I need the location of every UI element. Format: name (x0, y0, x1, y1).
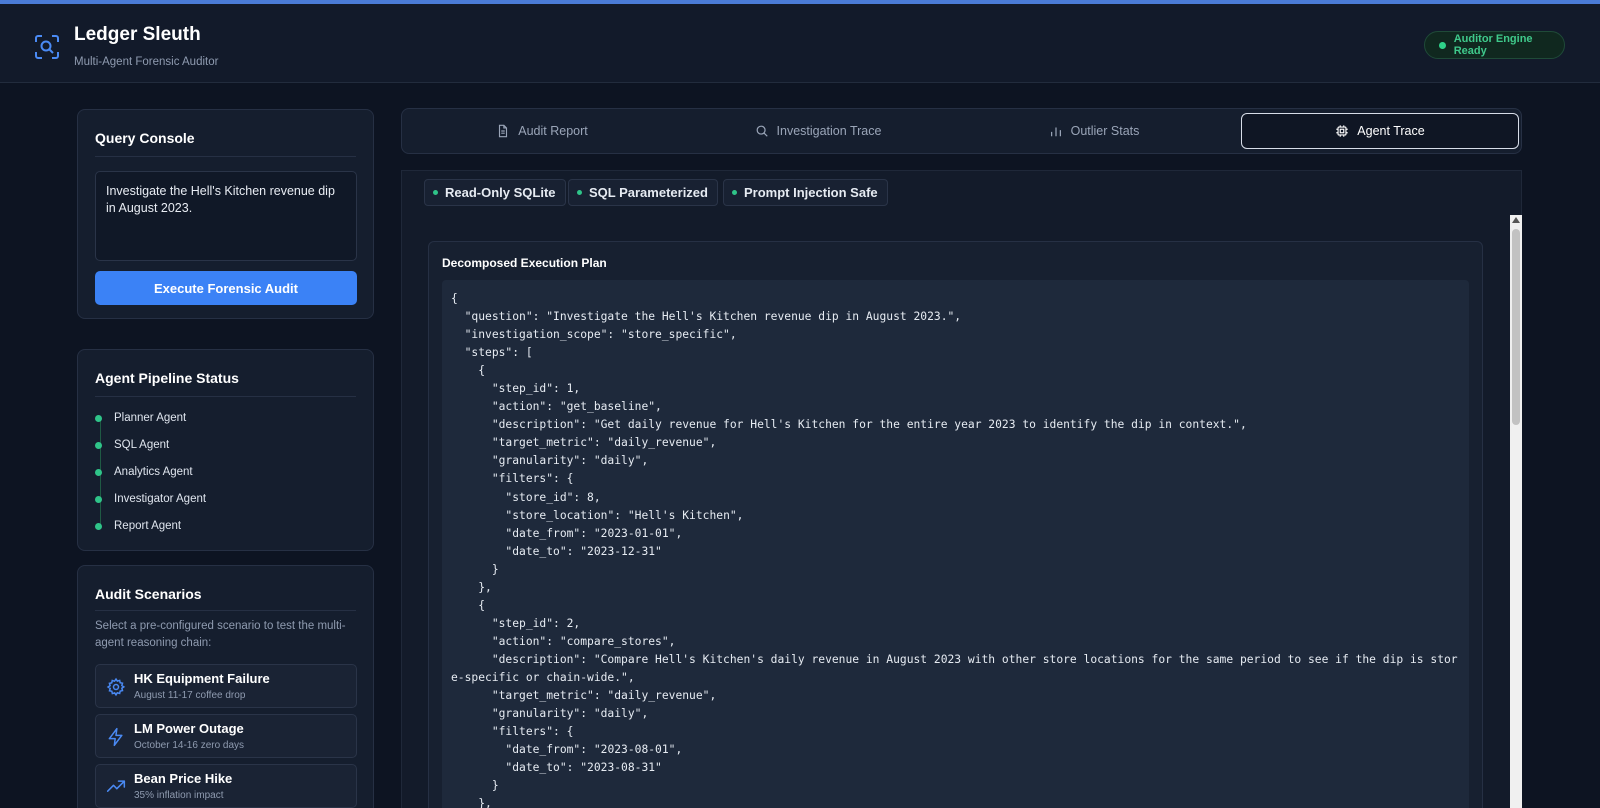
status-dot-icon (95, 522, 102, 530)
pipeline-panel: Agent Pipeline Status Planner Agent SQL … (77, 349, 374, 551)
status-dot-icon (1439, 41, 1446, 49)
agent-label: Investigator Agent (114, 493, 207, 505)
execution-plan-code: { "question": "Investigate the Hell's Ki… (442, 280, 1469, 808)
badge-label: Read-Only SQLite (445, 185, 556, 200)
scenario-lm-power-outage[interactable]: LM Power Outage October 14-16 zero days (95, 714, 357, 758)
status-dot-icon (95, 468, 102, 476)
scenario-title: Bean Price Hike (134, 771, 233, 786)
agent-label: Report Agent (114, 520, 182, 532)
query-console-panel: Query Console Investigate the Hell's Kit… (77, 109, 374, 319)
engine-status-badge: Auditor Engine Ready (1424, 31, 1565, 59)
tab-agent-trace[interactable]: Agent Trace (1241, 113, 1519, 149)
trend-up-icon (106, 780, 126, 792)
scenarios-description: Select a pre-configured scenario to test… (95, 620, 346, 649)
app-title: Ledger Sleuth (74, 24, 201, 45)
scenario-title: HK Equipment Failure (134, 671, 270, 686)
status-dot-icon (95, 441, 102, 449)
scenario-subtitle: August 11-17 coffee drop (134, 690, 246, 701)
badge-read-only-sqlite: Read-Only SQLite (424, 179, 566, 206)
results-tab-bar: Audit Report Investigation Trace Outlier… (401, 108, 1522, 154)
status-dot-icon (577, 190, 582, 195)
pipeline-agent: SQL Agent (95, 439, 169, 451)
search-icon (756, 125, 768, 137)
security-badges-row: Read-Only SQLite SQL Parameterized Promp… (401, 170, 1522, 215)
scrollbar-thumb[interactable] (1512, 229, 1520, 425)
tab-outlier-stats[interactable]: Outlier Stats (958, 113, 1230, 149)
pipeline-agent: Report Agent (95, 520, 181, 532)
pipeline-title: Agent Pipeline Status (95, 370, 239, 386)
status-dot-icon (433, 190, 438, 195)
tab-audit-report[interactable]: Audit Report (406, 113, 678, 149)
scenarios-title: Audit Scenarios (95, 586, 202, 602)
execute-audit-button[interactable]: Execute Forensic Audit (95, 271, 357, 305)
divider (95, 396, 356, 397)
status-dot-icon (95, 414, 102, 422)
execution-plan-card: Decomposed Execution Plan { "question": … (428, 241, 1483, 808)
status-dot-icon (95, 495, 102, 503)
tab-label: Agent Trace (1357, 124, 1425, 138)
scenario-hk-equipment-failure[interactable]: HK Equipment Failure August 11-17 coffee… (95, 664, 357, 708)
badge-label: SQL Parameterized (589, 185, 708, 200)
agent-label: SQL Agent (114, 439, 170, 451)
badge-sql-parameterized: SQL Parameterized (568, 179, 718, 206)
tab-label: Outlier Stats (1070, 124, 1140, 138)
tab-label: Investigation Trace (776, 124, 882, 138)
badge-prompt-injection-safe: Prompt Injection Safe (723, 179, 888, 206)
pipeline-agent: Analytics Agent (95, 466, 193, 478)
badge-label: Prompt Injection Safe (744, 185, 878, 200)
execution-plan-title: Decomposed Execution Plan (442, 256, 607, 270)
scenario-title: LM Power Outage (134, 721, 244, 736)
tab-investigation-trace[interactable]: Investigation Trace (682, 113, 954, 149)
engine-status-text: Auditor Engine Ready (1453, 33, 1533, 57)
scenarios-panel: Audit Scenarios Select a pre-configured … (77, 565, 374, 808)
app-subtitle: Multi-Agent Forensic Auditor (74, 56, 219, 68)
agent-trace-content[interactable]: Decomposed Execution Plan { "question": … (401, 215, 1510, 808)
tab-label: Audit Report (518, 124, 588, 138)
scenario-subtitle: October 14-16 zero days (134, 740, 245, 751)
lightning-icon (108, 727, 123, 747)
agent-label: Planner Agent (114, 412, 187, 424)
scroll-up-icon[interactable] (1512, 217, 1520, 223)
content-scrollbar[interactable] (1510, 215, 1522, 808)
divider (95, 610, 356, 611)
query-input[interactable]: Investigate the Hell's Kitchen revenue d… (95, 171, 357, 261)
bar-chart-icon (1050, 127, 1061, 137)
chip-icon (1336, 125, 1348, 137)
query-console-title: Query Console (95, 130, 195, 146)
logo-search-icon (35, 35, 59, 59)
app-header: Ledger Sleuth Multi-Agent Forensic Audit… (0, 4, 1600, 83)
scenario-bean-price-hike[interactable]: Bean Price Hike 35% inflation impact (95, 764, 357, 808)
pipeline-agent: Planner Agent (95, 412, 186, 424)
gear-icon (106, 677, 126, 697)
document-icon (499, 124, 508, 138)
pipeline-agent: Investigator Agent (95, 493, 206, 505)
scenario-subtitle: 35% inflation impact (134, 790, 224, 801)
agent-label: Analytics Agent (114, 466, 193, 478)
divider (95, 156, 356, 157)
plan-json: { "question": "Investigate the Hell's Ki… (451, 292, 1458, 808)
status-dot-icon (732, 190, 737, 195)
